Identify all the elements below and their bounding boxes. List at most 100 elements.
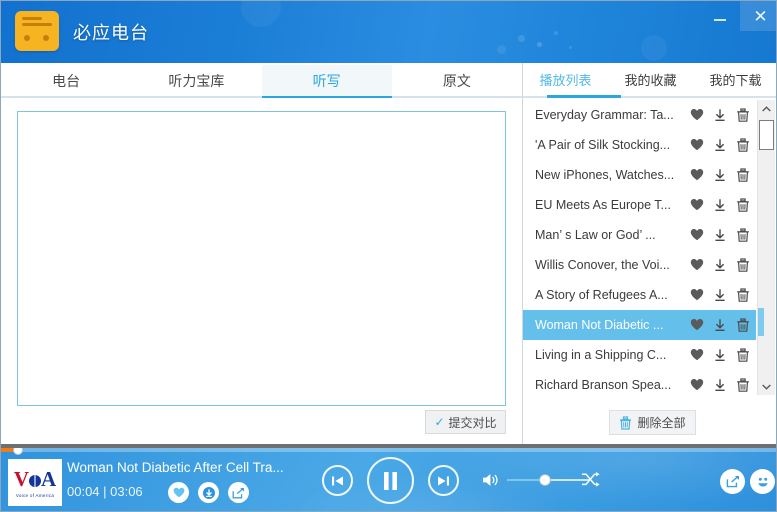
trash-icon[interactable] bbox=[736, 258, 750, 272]
playlist-item-title: Living in a Shipping C... bbox=[535, 348, 667, 362]
download-icon bbox=[202, 486, 215, 499]
decor-bubble bbox=[554, 31, 558, 35]
trash-icon[interactable] bbox=[736, 198, 750, 212]
tab-my-downloads[interactable]: 我的下载 bbox=[693, 64, 776, 97]
heart-icon[interactable] bbox=[690, 228, 704, 242]
trash-icon[interactable] bbox=[736, 378, 750, 392]
playlist-item-title: EU Meets As Europe T... bbox=[535, 198, 671, 212]
tab-transcript[interactable]: 原文 bbox=[392, 63, 522, 98]
heart-icon[interactable] bbox=[690, 168, 704, 182]
volume-button[interactable] bbox=[482, 472, 500, 488]
trash-icon[interactable] bbox=[736, 228, 750, 242]
scrollbar-position-marker bbox=[758, 308, 764, 336]
tab-radio[interactable]: 电台 bbox=[1, 63, 131, 98]
tab-playlist[interactable]: 播放列表 bbox=[523, 64, 608, 97]
title-bar: 必应电台 ✕ bbox=[1, 1, 776, 63]
heart-icon[interactable] bbox=[690, 198, 704, 212]
download-icon[interactable] bbox=[713, 198, 727, 212]
playlist-item[interactable]: EU Meets As Europe T... bbox=[523, 190, 756, 220]
playlist-item[interactable]: Richard Branson Spea... bbox=[523, 370, 756, 400]
page-title: 必应电台 bbox=[73, 23, 149, 43]
heart-icon[interactable] bbox=[690, 378, 704, 392]
download-icon[interactable] bbox=[713, 138, 727, 152]
playback-time: 00:04 | 03:06 bbox=[67, 484, 143, 499]
trash-icon[interactable] bbox=[736, 168, 750, 182]
playback-progress-handle[interactable] bbox=[13, 448, 23, 455]
heart-icon[interactable] bbox=[690, 258, 704, 272]
main-content: 电台 听力宝库 听写 原文 播放列表 我的收藏 我的下载 Everyday Gr… bbox=[1, 63, 776, 448]
close-button[interactable]: ✕ bbox=[740, 1, 776, 31]
trash-icon bbox=[620, 415, 632, 430]
playlist-item[interactable]: Everyday Grammar: Ta... bbox=[523, 100, 756, 130]
scrollbar-thumb[interactable] bbox=[759, 120, 774, 150]
decor-bubble bbox=[241, 1, 281, 27]
dictation-input[interactable] bbox=[18, 112, 505, 405]
pause-icon bbox=[384, 471, 397, 490]
playlist-item[interactable]: Woman Not Diabetic ... bbox=[523, 310, 756, 340]
heart-icon[interactable] bbox=[690, 288, 704, 302]
playlist-item[interactable]: Willis Conover, the Voi... bbox=[523, 250, 756, 280]
heart-icon[interactable] bbox=[690, 348, 704, 362]
playlist-item[interactable]: Living in a Shipping C... bbox=[523, 340, 756, 370]
download-button[interactable] bbox=[198, 482, 219, 503]
download-icon[interactable] bbox=[713, 288, 727, 302]
minimize-button[interactable] bbox=[699, 1, 740, 31]
playlist-active-tab-indicator bbox=[547, 95, 621, 98]
download-icon[interactable] bbox=[713, 318, 727, 332]
playlist-scrollbar[interactable] bbox=[757, 100, 775, 395]
decor-bubble bbox=[537, 42, 542, 47]
pause-button[interactable] bbox=[367, 457, 414, 504]
playlist[interactable]: Everyday Grammar: Ta... 'A Pair of Silk S… bbox=[523, 100, 756, 458]
playlist-item[interactable]: New iPhones, Watches... bbox=[523, 160, 756, 190]
dictation-input-box[interactable] bbox=[17, 111, 506, 406]
download-icon[interactable] bbox=[713, 378, 727, 392]
radio-icon bbox=[15, 11, 59, 51]
download-icon[interactable] bbox=[713, 228, 727, 242]
download-icon[interactable] bbox=[713, 258, 727, 272]
close-icon: ✕ bbox=[753, 6, 768, 26]
heart-icon[interactable] bbox=[690, 138, 704, 152]
heart-icon[interactable] bbox=[690, 108, 704, 122]
scrollbar-up-button[interactable] bbox=[758, 100, 775, 117]
heart-icon[interactable] bbox=[690, 318, 704, 332]
previous-icon bbox=[332, 476, 343, 485]
download-icon[interactable] bbox=[713, 108, 727, 122]
tab-dictation[interactable]: 听写 bbox=[262, 63, 392, 98]
trash-icon[interactable] bbox=[736, 138, 750, 152]
playlist-item[interactable]: Man’ s Law or God’ ... bbox=[523, 220, 756, 250]
trash-icon[interactable] bbox=[736, 318, 750, 332]
trash-icon[interactable] bbox=[736, 108, 750, 122]
trash-icon[interactable] bbox=[736, 288, 750, 302]
previous-button[interactable] bbox=[322, 465, 353, 496]
download-icon[interactable] bbox=[713, 168, 727, 182]
heart-icon bbox=[173, 487, 184, 498]
share-right-button[interactable] bbox=[720, 469, 745, 494]
chevron-down-icon bbox=[762, 384, 771, 390]
share-button[interactable] bbox=[228, 482, 249, 503]
favorite-button[interactable] bbox=[168, 482, 189, 503]
playlist-item-title: Woman Not Diabetic ... bbox=[535, 318, 664, 332]
playlist-item-actions bbox=[690, 138, 750, 152]
playback-progress-bar[interactable] bbox=[1, 448, 776, 455]
download-icon[interactable] bbox=[713, 348, 727, 362]
shuffle-button[interactable] bbox=[581, 471, 600, 488]
playlist-item-actions bbox=[690, 228, 750, 242]
delete-all-button[interactable]: 删除全部 bbox=[609, 410, 696, 435]
trash-icon[interactable] bbox=[736, 348, 750, 362]
scrollbar-down-button[interactable] bbox=[758, 378, 775, 395]
left-panel: 电台 听力宝库 听写 原文 bbox=[1, 63, 522, 448]
playlist-tabs: 播放列表 我的收藏 我的下载 bbox=[523, 63, 776, 98]
playlist-item[interactable]: A Story of Refugees A... bbox=[523, 280, 756, 310]
next-button[interactable] bbox=[428, 465, 459, 496]
check-icon: ✓ bbox=[434, 415, 445, 429]
decor-bubble bbox=[569, 46, 572, 49]
tab-my-favorites[interactable]: 我的收藏 bbox=[608, 64, 693, 97]
tab-listening-library[interactable]: 听力宝库 bbox=[131, 63, 261, 98]
volume-slider-handle[interactable] bbox=[539, 474, 551, 486]
submit-compare-button[interactable]: ✓ 提交对比 bbox=[425, 410, 506, 434]
playlist-item-actions bbox=[690, 108, 750, 122]
playlist-item-title: Everyday Grammar: Ta... bbox=[535, 108, 674, 122]
feedback-button[interactable] bbox=[750, 469, 775, 494]
playlist-item-actions bbox=[690, 348, 750, 362]
playlist-item[interactable]: 'A Pair of Silk Stocking... bbox=[523, 130, 756, 160]
